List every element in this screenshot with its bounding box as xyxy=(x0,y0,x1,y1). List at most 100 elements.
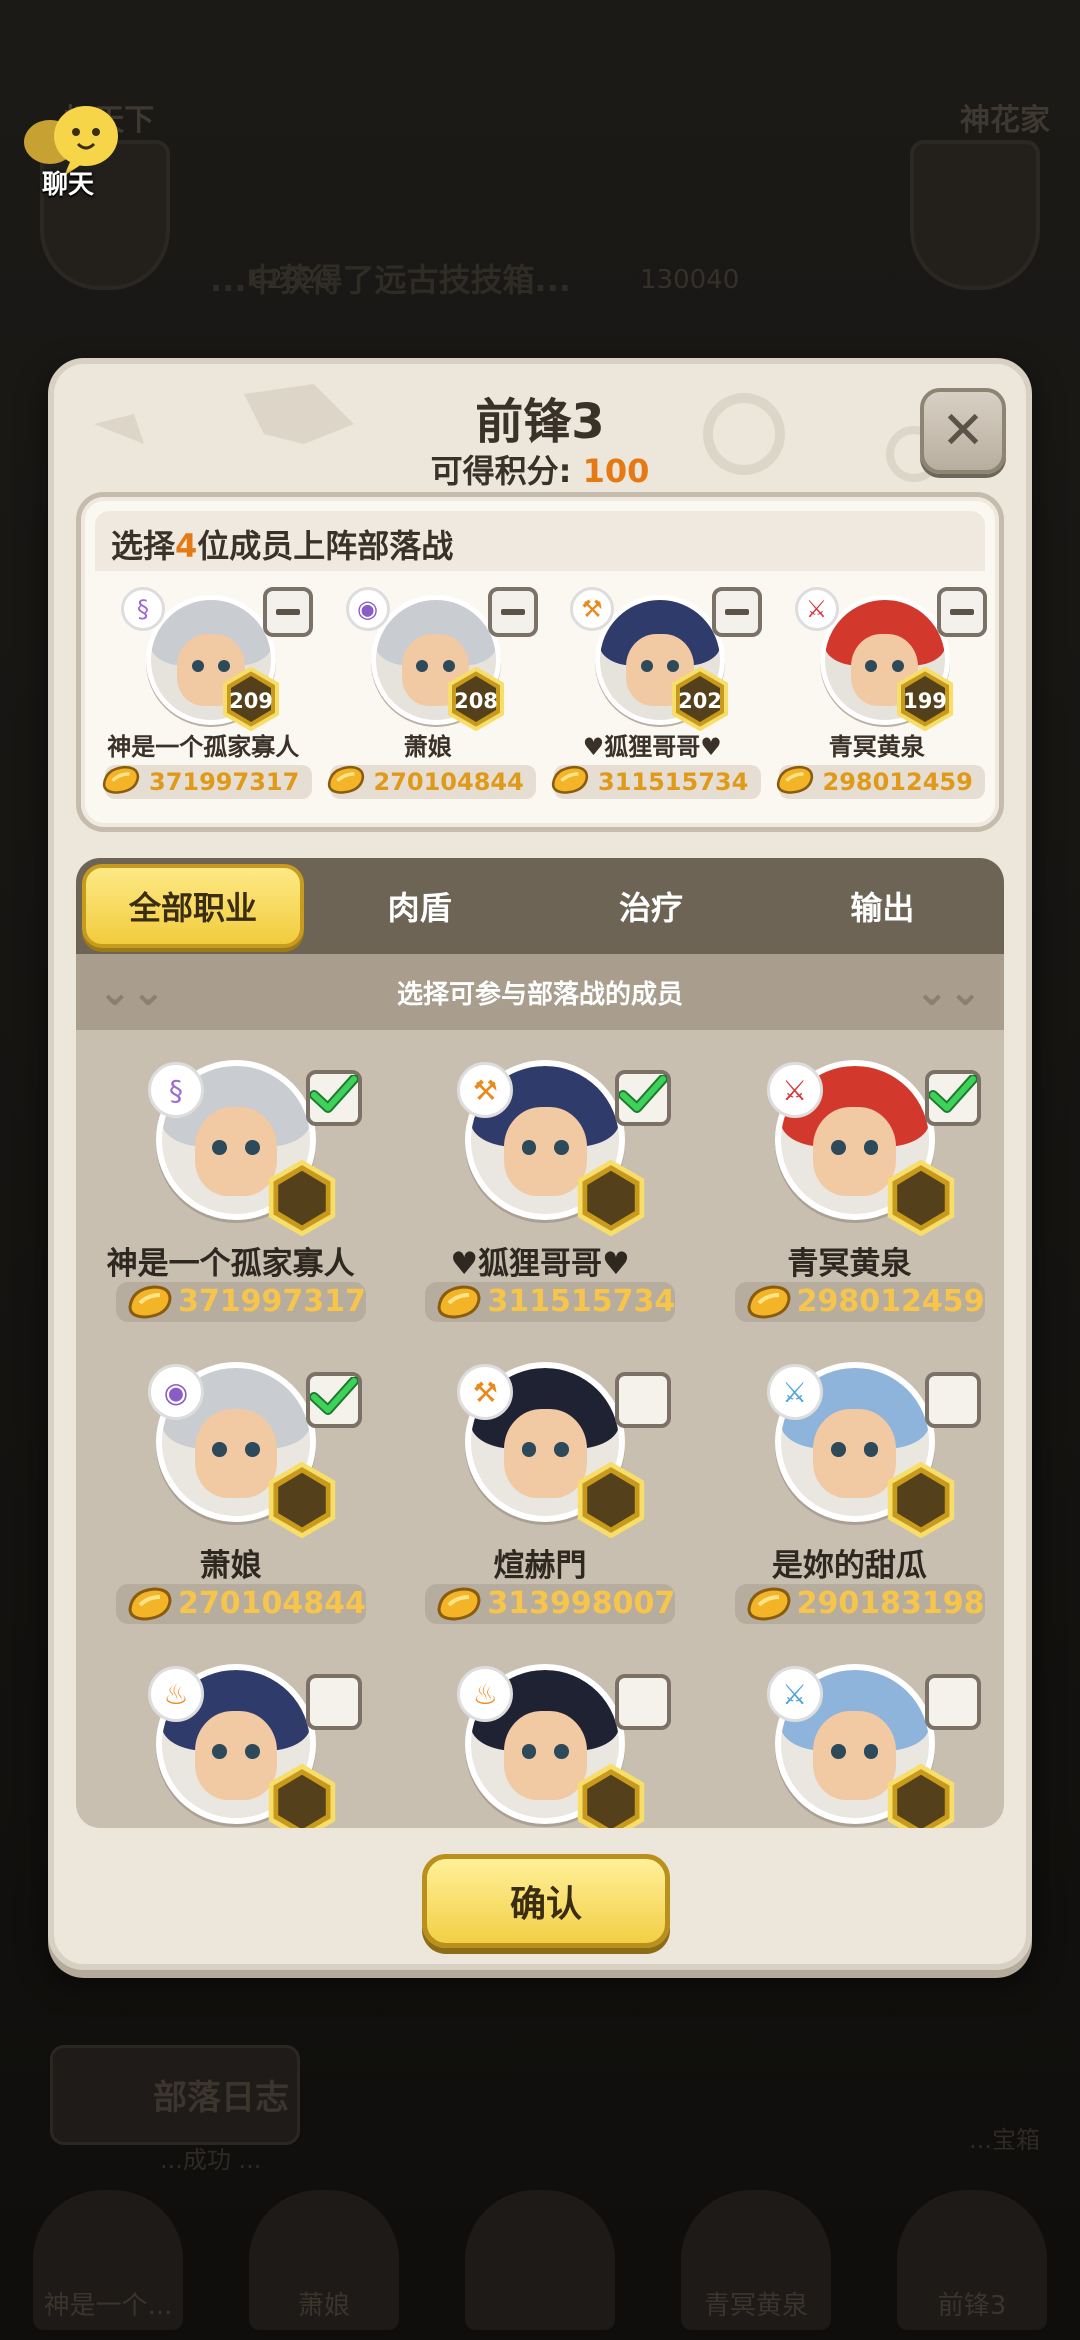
member-card[interactable]: ♨ xyxy=(76,1664,385,1828)
eye-shape xyxy=(830,1140,846,1155)
power-coin-icon xyxy=(124,1582,176,1624)
checkmark-icon xyxy=(619,1075,668,1113)
level-badge xyxy=(573,1763,649,1828)
member-select-checkbox[interactable] xyxy=(924,1372,981,1428)
member-name: 青冥黄泉 xyxy=(787,1246,912,1282)
member-name: ♥狐狸哥哥♥ xyxy=(450,1246,630,1282)
bg-log-subtext: ...成功 ... xyxy=(160,2146,262,2174)
member-select-checkbox[interactable] xyxy=(615,1372,672,1428)
orange-flame-icon: ♨ xyxy=(148,1666,204,1722)
eye-shape xyxy=(244,1140,260,1155)
purple-swirl-icon: § xyxy=(121,587,165,631)
member-list[interactable]: § 神是一个孤家寡人 371997317 ⚒ ♥狐狸哥哥♥ 311515734 ⚔ 青冥黄泉 2… xyxy=(76,1030,1004,1828)
member-select-checkbox[interactable] xyxy=(306,1372,362,1428)
member-select-checkbox[interactable] xyxy=(306,1674,362,1730)
points-label: 可得积分: 100 xyxy=(54,446,1026,492)
level-badge xyxy=(883,1763,959,1828)
bg-stat-right: 130040 xyxy=(640,265,740,295)
selected-member-card[interactable]: ◉ 208 萧娘 270104844 xyxy=(316,587,541,817)
member-card[interactable]: § 神是一个孤家寡人 371997317 xyxy=(76,1060,385,1322)
bg-emblem-right xyxy=(910,140,1040,290)
selected-count: 4 xyxy=(175,527,198,565)
level-badge xyxy=(883,1159,959,1237)
level-number: 202 xyxy=(678,689,722,713)
bg-title-right: 神花家 xyxy=(960,103,1050,138)
selected-member-card[interactable]: ⚔ 199 青冥黄泉 298012459 xyxy=(765,587,990,817)
eye-shape xyxy=(863,1140,879,1155)
purple-swirl-icon: § xyxy=(148,1062,204,1118)
member-card[interactable]: ⚒ ♥狐狸哥哥♥ 311515734 xyxy=(385,1060,694,1322)
level-badge: 209 xyxy=(219,666,283,732)
eye-shape xyxy=(554,1744,570,1759)
remove-member-button[interactable] xyxy=(936,587,987,637)
red-swords-icon: ⚔ xyxy=(766,1062,823,1118)
power-coin-icon xyxy=(548,761,592,797)
member-name: ♥狐狸哥哥♥ xyxy=(582,733,722,761)
power-coin-icon xyxy=(433,1582,485,1624)
eye-shape xyxy=(863,1442,879,1457)
eye-shape xyxy=(863,1744,879,1759)
selected-lineup-row: § 209 神是一个孤家寡人 371997317 ◉ 208 萧娘 270104844 ⚒ 202… xyxy=(91,587,989,817)
level-number: 208 xyxy=(454,689,498,713)
power-coin-icon xyxy=(124,1280,176,1322)
member-grid: § 神是一个孤家寡人 371997317 ⚒ ♥狐狸哥哥♥ 311515734 ⚔ 青冥黄泉 2… xyxy=(76,1060,1004,1828)
level-badge xyxy=(573,1461,649,1539)
remove-member-button[interactable] xyxy=(487,587,538,637)
eye-shape xyxy=(521,1140,537,1155)
level-badge xyxy=(264,1763,340,1828)
member-card[interactable]: ⚔ 是妳的甜瓜 290183198 xyxy=(695,1362,1004,1624)
close-button[interactable]: ✕ xyxy=(920,388,1006,474)
purple-orb-icon: ◉ xyxy=(148,1364,204,1420)
level-number: 199 xyxy=(903,689,947,713)
power-coin-icon xyxy=(773,761,817,797)
member-list-hint: 选择可参与部落战的成员 xyxy=(396,979,683,1010)
tribe-log-button[interactable]: 部落日志 xyxy=(50,2045,300,2145)
member-card[interactable]: ♨ xyxy=(385,1664,694,1828)
member-card[interactable]: ⚔ 青冥黄泉 298012459 xyxy=(695,1060,1004,1322)
eye-shape xyxy=(830,1442,846,1457)
close-icon: ✕ xyxy=(941,401,985,461)
confirm-button[interactable]: 确认 xyxy=(422,1854,670,1948)
tab-damage[interactable]: 输出 xyxy=(767,864,998,948)
remove-member-button[interactable] xyxy=(263,587,313,637)
member-select-checkbox[interactable] xyxy=(615,1674,672,1730)
points-text: 可得积分: xyxy=(430,452,572,490)
member-name: 煊赫門 xyxy=(493,1548,587,1584)
eye-shape xyxy=(212,1442,228,1457)
eye-shape xyxy=(244,1744,260,1759)
selected-member-card[interactable]: ⚒ 202 ♥狐狸哥哥♥ 311515734 xyxy=(540,587,765,817)
member-select-checkbox[interactable] xyxy=(924,1674,981,1730)
member-name: 萧娘 xyxy=(403,733,452,761)
level-badge xyxy=(264,1159,340,1237)
blue-sword-icon: ⚔ xyxy=(766,1364,823,1420)
member-card[interactable]: ◉ 萧娘 270104844 xyxy=(76,1362,385,1624)
member-list-subheader: ⌄⌄ 选择可参与部落战的成员 ⌄⌄ xyxy=(76,954,1004,1030)
bg-bottom-item xyxy=(465,2190,615,2330)
member-select-checkbox[interactable] xyxy=(924,1070,981,1126)
member-select-checkbox[interactable] xyxy=(306,1070,362,1126)
remove-member-button[interactable] xyxy=(712,587,762,637)
bg-bottom-item: 青冥黄泉 xyxy=(681,2190,831,2330)
checkmark-icon xyxy=(310,1075,358,1113)
selected-member-card[interactable]: § 209 神是一个孤家寡人 371997317 xyxy=(91,587,316,817)
checkmark-icon xyxy=(928,1075,977,1113)
modal-title: 前锋3 xyxy=(475,394,605,450)
level-badge xyxy=(883,1461,959,1539)
bg-bottom-lineup: 神是一个... 萧娘 青冥黄泉 前锋3 xyxy=(0,2180,1080,2340)
eye-shape xyxy=(521,1744,537,1759)
tab-healer[interactable]: 治疗 xyxy=(535,864,766,948)
eye-shape xyxy=(830,1744,846,1759)
bg-notice: ...中获得了远古技技箱... xyxy=(210,261,571,299)
chat-button[interactable]: 聊天 xyxy=(12,100,132,200)
member-card[interactable]: ⚔ xyxy=(695,1664,1004,1828)
selected-lineup-panel: 选择4位成员上阵部落战 § 209 神是一个孤家寡人 371997317 ◉ 208 萧娘 2… xyxy=(76,492,1004,832)
tab-all-classes[interactable]: 全部职业 xyxy=(82,864,304,948)
bg-bottom-item: 神是一个... xyxy=(33,2190,183,2330)
bg-bottom-item: 前锋3 xyxy=(897,2190,1047,2330)
squad-select-modal: 前锋3 可得积分: 100 ✕ 选择4位成员上阵部落战 § 209 神是一个孤家寡人… xyxy=(48,358,1032,1970)
power-coin-icon xyxy=(433,1280,485,1322)
tab-tank[interactable]: 肉盾 xyxy=(304,864,535,948)
eye-shape xyxy=(191,660,204,672)
member-card[interactable]: ⚒ 煊赫門 313998007 xyxy=(385,1362,694,1624)
member-select-checkbox[interactable] xyxy=(615,1070,672,1126)
